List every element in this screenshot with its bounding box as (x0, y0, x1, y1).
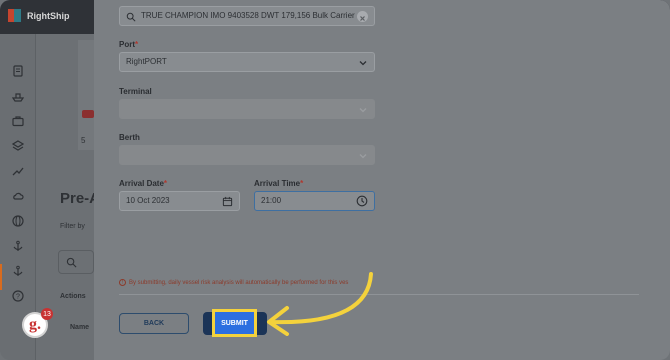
info-icon: ! (119, 279, 126, 286)
arrival-time-value: 21:00 (261, 196, 282, 205)
chevron-down-icon (359, 108, 367, 113)
pointer-arrow-icon (267, 272, 373, 336)
help-icon[interactable]: ? (12, 289, 24, 302)
port-label: Port* (119, 40, 139, 49)
cloud-icon[interactable] (12, 189, 24, 201)
back-button[interactable]: BACK (119, 313, 189, 334)
arrival-time-label: Arrival Time* (254, 179, 304, 188)
chevron-down-icon (359, 154, 367, 159)
submit-button[interactable]: SUBMIT (215, 312, 254, 334)
terminal-label: Terminal (119, 87, 152, 96)
port-value: RightPORT (126, 57, 167, 66)
notification-badge: 13 (41, 308, 53, 320)
ship-icon[interactable] (11, 89, 25, 102)
arrival-time-input[interactable]: 21:00 (254, 191, 375, 211)
svg-text:?: ? (16, 294, 20, 301)
berth-label: Berth (119, 133, 140, 142)
active-nav-indicator (0, 264, 2, 290)
submit-highlight: SUBMIT (212, 309, 257, 337)
document-icon[interactable] (12, 64, 24, 77)
globe-icon[interactable] (12, 214, 24, 227)
terminal-select[interactable] (119, 99, 375, 119)
port-select[interactable]: RightPORT (119, 52, 375, 72)
arrival-date-label: Arrival Date* (119, 179, 168, 188)
calendar-icon[interactable] (222, 196, 233, 207)
search-icon (66, 257, 77, 268)
footer-divider (119, 294, 639, 295)
background-card (78, 40, 94, 150)
layers-icon[interactable] (11, 139, 25, 151)
anchor-icon[interactable] (12, 239, 24, 251)
background-row-number: 5 (81, 136, 86, 145)
background-filter-label: Filter by (60, 223, 85, 230)
vessel-search-input[interactable]: TRUE CHAMPION IMO 9403528 DWT 179,156 Bu… (119, 6, 375, 26)
clear-icon[interactable] (357, 11, 368, 22)
rightship-logo-icon (8, 9, 21, 22)
trend-up-icon[interactable] (12, 164, 24, 176)
vessel-value: TRUE CHAMPION IMO 9403528 DWT 179,156 Bu… (141, 11, 355, 20)
arrival-date-input[interactable]: 10 Oct 2023 (119, 191, 240, 211)
berth-select[interactable] (119, 145, 375, 165)
avatar-letter: g. (29, 316, 41, 333)
anchor-icon-secondary[interactable] (12, 264, 24, 276)
brand: RightShip (8, 9, 70, 22)
background-actions-label: Actions (60, 293, 86, 300)
arrival-date-value: 10 Oct 2023 (126, 196, 170, 205)
sidebar: ? (0, 34, 36, 360)
chevron-down-icon (359, 61, 367, 66)
add-arrival-modal: TRUE CHAMPION IMO 9403528 DWT 179,156 Bu… (94, 0, 670, 360)
briefcase-icon[interactable] (12, 114, 24, 127)
background-name-label: Name (70, 324, 90, 331)
app-name: RightShip (27, 10, 70, 21)
clock-icon[interactable] (356, 195, 368, 207)
search-icon (126, 12, 136, 22)
screenshot-frame: RightShip ? 5 Pre-A Filter by Actions Na… (0, 0, 670, 360)
background-status-chip (82, 110, 94, 118)
background-search-box (58, 250, 94, 274)
